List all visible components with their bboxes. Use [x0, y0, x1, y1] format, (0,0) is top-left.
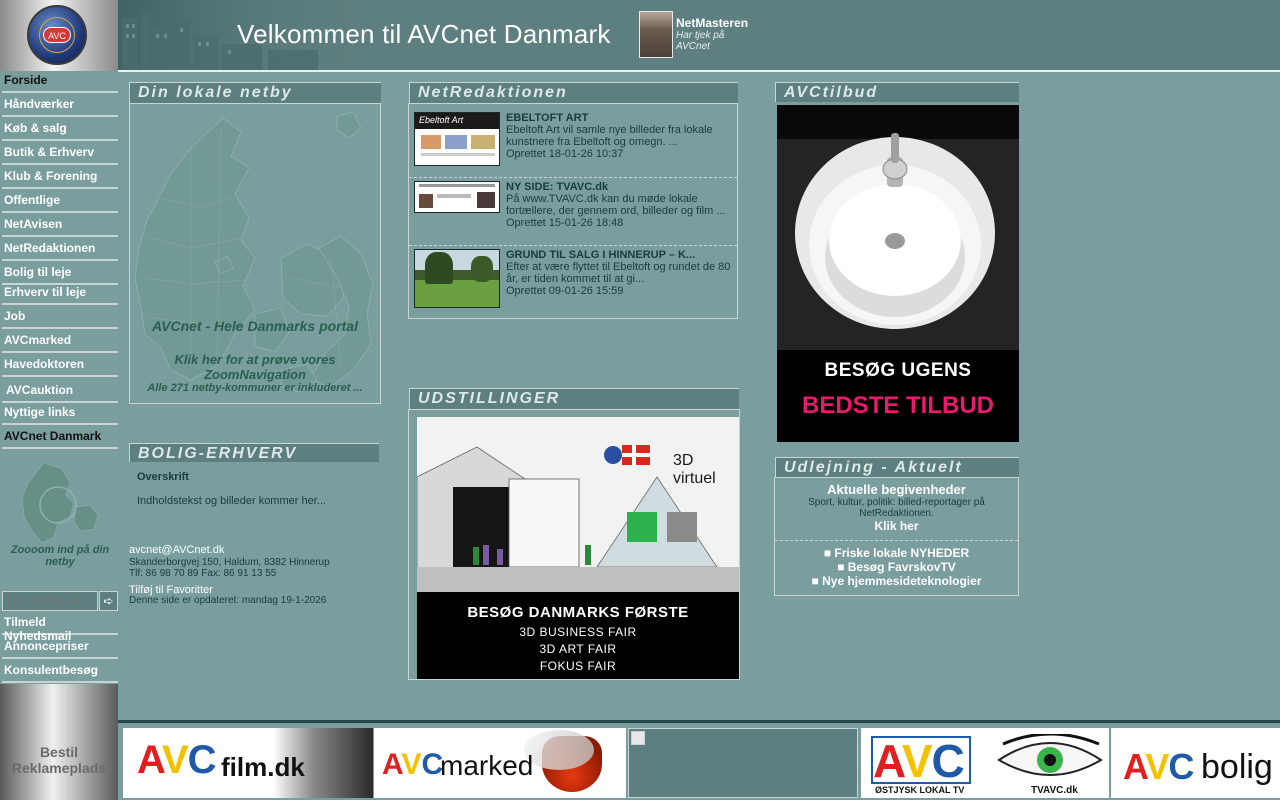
eye-icon — [997, 734, 1103, 776]
avcmarked-suffix: marked — [440, 750, 534, 781]
netmaster-note: Har tjek på AVCnet — [676, 30, 725, 52]
bolig-indhold: Indholdstekst og billeder kommer her... — [137, 495, 326, 507]
link-favrskovtv[interactable]: ■ Besøg FavrskovTV — [775, 560, 1018, 574]
nav-item-koeb-salg[interactable]: Køb & salg — [2, 119, 118, 141]
left-navigation: Forside Håndværker Køb & salg Butik & Er… — [0, 71, 118, 684]
avcfilm-suffix: film.dk — [221, 752, 305, 782]
event-body: Sport, kultur, politik: billed-reportage… — [808, 497, 985, 519]
udlejning-heading: Udlejning - Aktuelt — [775, 457, 1019, 477]
avcfilm-banner[interactable]: AVC film.dk — [123, 728, 373, 798]
news-thumbnail[interactable]: Ebeltoft Art — [414, 112, 500, 166]
tvavc-url: TVAVC.dk — [1031, 785, 1078, 796]
fair-line-4: FOKUS FAIR — [539, 659, 617, 673]
nav-item-forside[interactable]: Forside — [2, 71, 118, 93]
news-title[interactable]: EBELTOFT ART — [506, 112, 731, 124]
avcbolig-suffix: bolig — [1201, 748, 1273, 786]
nav-item-avcmarked[interactable]: AVCmarked — [2, 331, 118, 353]
news-title[interactable]: NY SIDE: TVAVC.dk — [506, 181, 731, 193]
nav-item-haandvaerker[interactable]: Håndværker — [2, 95, 118, 117]
news-body: Efter at være flyttet til Ebeltoft og ru… — [506, 261, 731, 285]
nav-item-netavisen[interactable]: NetAvisen — [2, 215, 118, 237]
zoom-navigation-link[interactable]: Klik her for at prøve vores ZoomNavigati… — [129, 352, 381, 382]
news-thumbnail[interactable] — [414, 249, 500, 308]
news-date: Oprettet 18-01-26 10:37 — [506, 148, 624, 160]
tvavc-banner[interactable]: AVC ØSTJYSK LOKAL TV TVAVC.dk — [861, 728, 1109, 798]
logo-text: AVC — [43, 27, 71, 43]
link-lokale-nyheder[interactable]: ■ Friske lokale NYHEDER — [775, 546, 1018, 560]
search-arrow-icon[interactable]: ➪ — [99, 591, 118, 611]
fair-line-2: 3D BUSINESS FAIR — [519, 625, 637, 639]
contact-info: avcnet@AVCnet.dk Skanderborgvej 150, Hal… — [129, 544, 330, 580]
netmaster-avatar[interactable] — [639, 11, 673, 58]
news-body: Ebeltoft Art vil samle nye billeder fra … — [506, 124, 713, 148]
bolig-overskrift: Overskrift — [137, 471, 189, 483]
nav-item-konsulentbesoeg[interactable]: Konsulentbesøg — [2, 661, 118, 683]
netby-heading: Din lokale netby — [129, 82, 381, 103]
event-link[interactable]: Klik her — [775, 519, 1018, 533]
contact-phone: Tlf: 86 98 70 89 Fax: 86 91 13 55 — [129, 568, 277, 579]
netby-search-input[interactable] — [2, 591, 98, 611]
portal-title[interactable]: AVCnet - Hele Danmarks portal — [129, 318, 381, 334]
avcfilm-logo: AVC — [137, 738, 216, 782]
avcmarked-banner[interactable]: AVC marked — [374, 728, 626, 798]
avcmarked-logo: AVC — [382, 748, 444, 781]
nav-item-annoncepriser[interactable]: Annoncepriser — [2, 637, 118, 659]
event-divider — [775, 540, 1018, 541]
site-logo[interactable]: AVC — [0, 0, 118, 71]
fair-3d-label: 3D virtuel — [673, 452, 716, 487]
nav-item-klub-forening[interactable]: Klub & Forening — [2, 167, 118, 189]
contact-email[interactable]: avcnet@AVCnet.dk — [129, 544, 330, 557]
bedste-tilbud-ad[interactable]: BESØG UGENS BEDSTE TILBUD — [777, 105, 1019, 442]
reklameplads-text[interactable]: Bestil Reklameplads — [0, 744, 118, 776]
tvavc-subtitle: ØSTJYSK LOKAL TV — [875, 785, 965, 795]
tilbud-line-1: BESØG UGENS — [824, 360, 972, 381]
header-divider — [118, 70, 1280, 72]
fair-line-3: 3D ART FAIR — [539, 642, 617, 656]
nav-item-tilmeld-nyhedsmail[interactable]: Tilmeld Nyhedsmail — [2, 613, 118, 643]
nav-item-nyttige-links[interactable]: Nyttige links — [2, 403, 118, 425]
nav-item-butik-erhverv[interactable]: Butik & Erhverv — [2, 143, 118, 165]
avcbolig-logo: AVC — [1123, 746, 1194, 787]
nav-item-netredaktionen[interactable]: NetRedaktionen — [2, 239, 118, 261]
header-banner: Velkommen til AVCnet Danmark NetMasteren… — [118, 0, 1280, 70]
broken-image-icon — [631, 731, 645, 745]
mini-denmark-map[interactable] — [14, 459, 104, 549]
nav-item-avcauktion[interactable]: AVCauktion — [2, 381, 118, 403]
tilbud-line-2: BEDSTE TILBUD — [802, 392, 994, 419]
zoom-netby-link[interactable]: Zoooom ind på din netby — [10, 544, 110, 568]
reklameplads-ad[interactable] — [0, 684, 118, 800]
avcbolig-banner[interactable]: AVC bolig — [1111, 728, 1280, 798]
tvavc-logo: AVC — [873, 735, 965, 787]
news-date: Oprettet 15-01-26 18:48 — [506, 217, 624, 229]
nav-item-job[interactable]: Job — [2, 307, 118, 329]
news-title[interactable]: GRUND TIL SALG I HINNERUP – K... — [506, 249, 731, 261]
nav-item-erhverv-til-leje[interactable]: Erhverv til leje — [2, 283, 118, 305]
news-body: På www.TVAVC.dk kan du møde lokale fortæ… — [506, 193, 726, 217]
kommuner-text[interactable]: Alle 271 netby-kommuner er inkluderet ..… — [129, 382, 381, 394]
news-date: Oprettet 09-01-26 15:59 — [506, 285, 624, 297]
avctilbud-heading: AVCtilbud — [775, 82, 1019, 102]
3d-fair-ad[interactable]: 3D virtuel BESØG DANMARKS FØRSTE 3D BUSI… — [417, 417, 739, 679]
news-thumbnail[interactable] — [414, 181, 500, 213]
netredaktionen-heading: NetRedaktionen — [409, 82, 738, 103]
page-updated-text: Denne side er opdateret: mandag 19-1-202… — [129, 595, 327, 606]
nav-item-offentlige[interactable]: Offentlige — [2, 191, 118, 213]
netmaster-name[interactable]: NetMasteren — [676, 16, 748, 30]
empty-banner-slot[interactable] — [628, 728, 858, 798]
fair-line-1: BESØG DANMARKS FØRSTE — [467, 604, 689, 621]
site-title: Velkommen til AVCnet Danmark — [237, 19, 611, 49]
fair-buildings-illustration — [417, 417, 739, 592]
contact-address: Skanderborgvej 150, Haldum, 8382 Hinneru… — [129, 556, 330, 568]
sink-illustration — [777, 105, 1019, 350]
nav-item-bolig-til-leje[interactable]: Bolig til leje — [2, 263, 118, 285]
event-title[interactable]: Aktuelle begivenheder — [775, 482, 1018, 497]
nav-item-avcnet-danmark[interactable]: AVCnet Danmark — [2, 427, 118, 449]
nav-item-havedoktoren[interactable]: Havedoktoren — [2, 355, 118, 377]
udstillinger-heading: UDSTILLINGER — [409, 388, 739, 409]
globe-logo-icon: AVC — [27, 5, 87, 65]
bolig-erhverv-heading: BOLIG-ERHVERV — [129, 443, 379, 462]
link-hjemmesideteknologier[interactable]: ■ Nye hjemmesideteknologier — [775, 574, 1018, 588]
